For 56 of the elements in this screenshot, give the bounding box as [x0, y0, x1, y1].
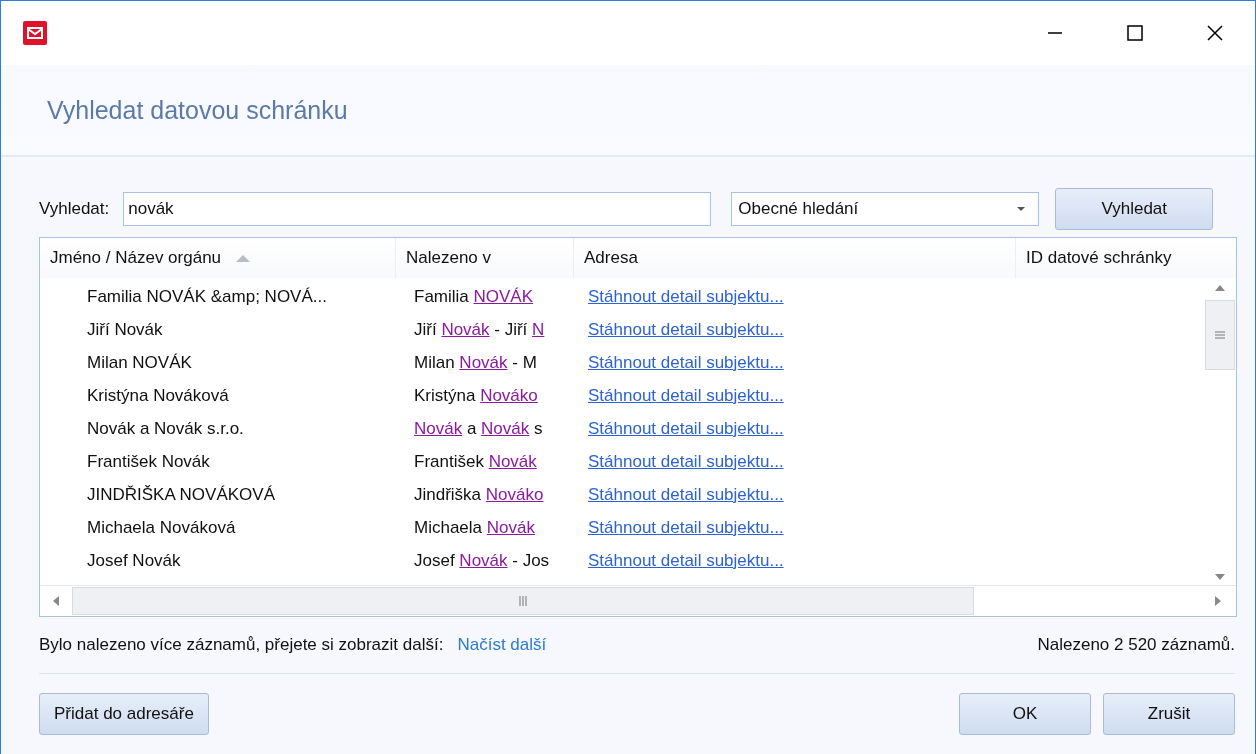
- found-in-cell: Novák a Novák s: [414, 418, 543, 438]
- found-in-cell: Kristýna Nováko: [414, 385, 538, 405]
- download-detail-link[interactable]: Stáhnout detail subjektu...: [588, 385, 784, 405]
- grip-icon: [1215, 331, 1225, 339]
- download-detail-link[interactable]: Stáhnout detail subjektu...: [588, 352, 784, 372]
- search-mode-dropdown[interactable]: Obecné hledání: [731, 192, 1040, 226]
- name-cell: Novák a Novák s.r.o.: [87, 418, 244, 438]
- add-to-address-book-button[interactable]: Přidat do adresáře: [39, 693, 209, 735]
- column-header[interactable]: ID datové schránky: [1016, 238, 1236, 278]
- scroll-right-icon: [1214, 595, 1222, 607]
- found-in-cell: Michaela Novák: [414, 517, 535, 537]
- horizontal-scrollbar[interactable]: [40, 585, 1236, 616]
- scrollbar-thumb[interactable]: [1205, 300, 1235, 370]
- name-cell: Kristýna Nováková: [87, 385, 229, 405]
- found-in-cell: Jiří Novák - Jiří N: [414, 319, 545, 339]
- download-detail-link[interactable]: Stáhnout detail subjektu...: [588, 550, 784, 570]
- dialog-title: Vyhledat datovou schránku: [47, 95, 348, 125]
- sort-ascending-icon: [235, 253, 252, 263]
- search-field[interactable]: novák: [123, 192, 712, 226]
- column-header[interactable]: Adresa: [574, 238, 1016, 278]
- ok-button[interactable]: OK: [959, 693, 1091, 735]
- download-detail-link[interactable]: Stáhnout detail subjektu...: [588, 418, 784, 438]
- name-cell: František Novák: [87, 451, 210, 471]
- close-icon[interactable]: [1206, 24, 1224, 42]
- column-header[interactable]: Nalezeno v: [396, 238, 574, 278]
- name-cell: Milan NOVÁK: [87, 352, 192, 372]
- found-in-cell: Milan Novák - M: [414, 352, 537, 372]
- grip-icon: [519, 596, 527, 606]
- download-detail-link[interactable]: Stáhnout detail subjektu...: [588, 517, 784, 537]
- download-detail-link[interactable]: Stáhnout detail subjektu...: [588, 484, 784, 504]
- found-in-cell: Josef Novák - Jos: [414, 550, 550, 570]
- download-detail-link[interactable]: Stáhnout detail subjektu...: [588, 286, 784, 306]
- scroll-left-icon: [52, 595, 60, 607]
- scroll-down-icon: [1214, 573, 1226, 581]
- name-cell: Michaela Nováková: [87, 517, 236, 537]
- download-detail-link[interactable]: Stáhnout detail subjektu...: [588, 451, 784, 471]
- scroll-up-icon: [1214, 284, 1226, 292]
- download-detail-link[interactable]: Stáhnout detail subjektu...: [588, 319, 784, 339]
- mail-app-icon: [23, 21, 47, 45]
- maximize-icon[interactable]: [1126, 24, 1144, 42]
- column-header[interactable]: Jméno / Název orgánu: [40, 238, 396, 278]
- name-cell: Familia NOVÁK &amp; NOVÁ...: [87, 286, 327, 306]
- name-cell: Josef Novák: [87, 550, 181, 570]
- load-more-link[interactable]: Načíst další: [457, 635, 547, 655]
- name-cell: JINDŘIŠKA NOVÁKOVÁ: [87, 484, 275, 504]
- scrollbar-thumb[interactable]: [72, 587, 974, 615]
- name-cell: Jiří Novák: [87, 319, 163, 339]
- status-message: Bylo nalezeno více záznamů, přejete si zobrazit další:: [39, 635, 444, 655]
- search-label: Vyhledat:: [39, 199, 110, 219]
- found-in-cell: František Novák: [414, 451, 537, 471]
- cancel-button[interactable]: Zrušit: [1103, 693, 1235, 735]
- search-button[interactable]: Vyhledat: [1055, 188, 1214, 230]
- dropdown-caret-icon: [1016, 206, 1027, 212]
- result-count: Nalezeno 2 520 záznamů.: [1037, 635, 1235, 655]
- found-in-cell: Jindřiška Nováko: [414, 484, 544, 504]
- found-in-cell: Familia NOVÁK: [414, 286, 534, 306]
